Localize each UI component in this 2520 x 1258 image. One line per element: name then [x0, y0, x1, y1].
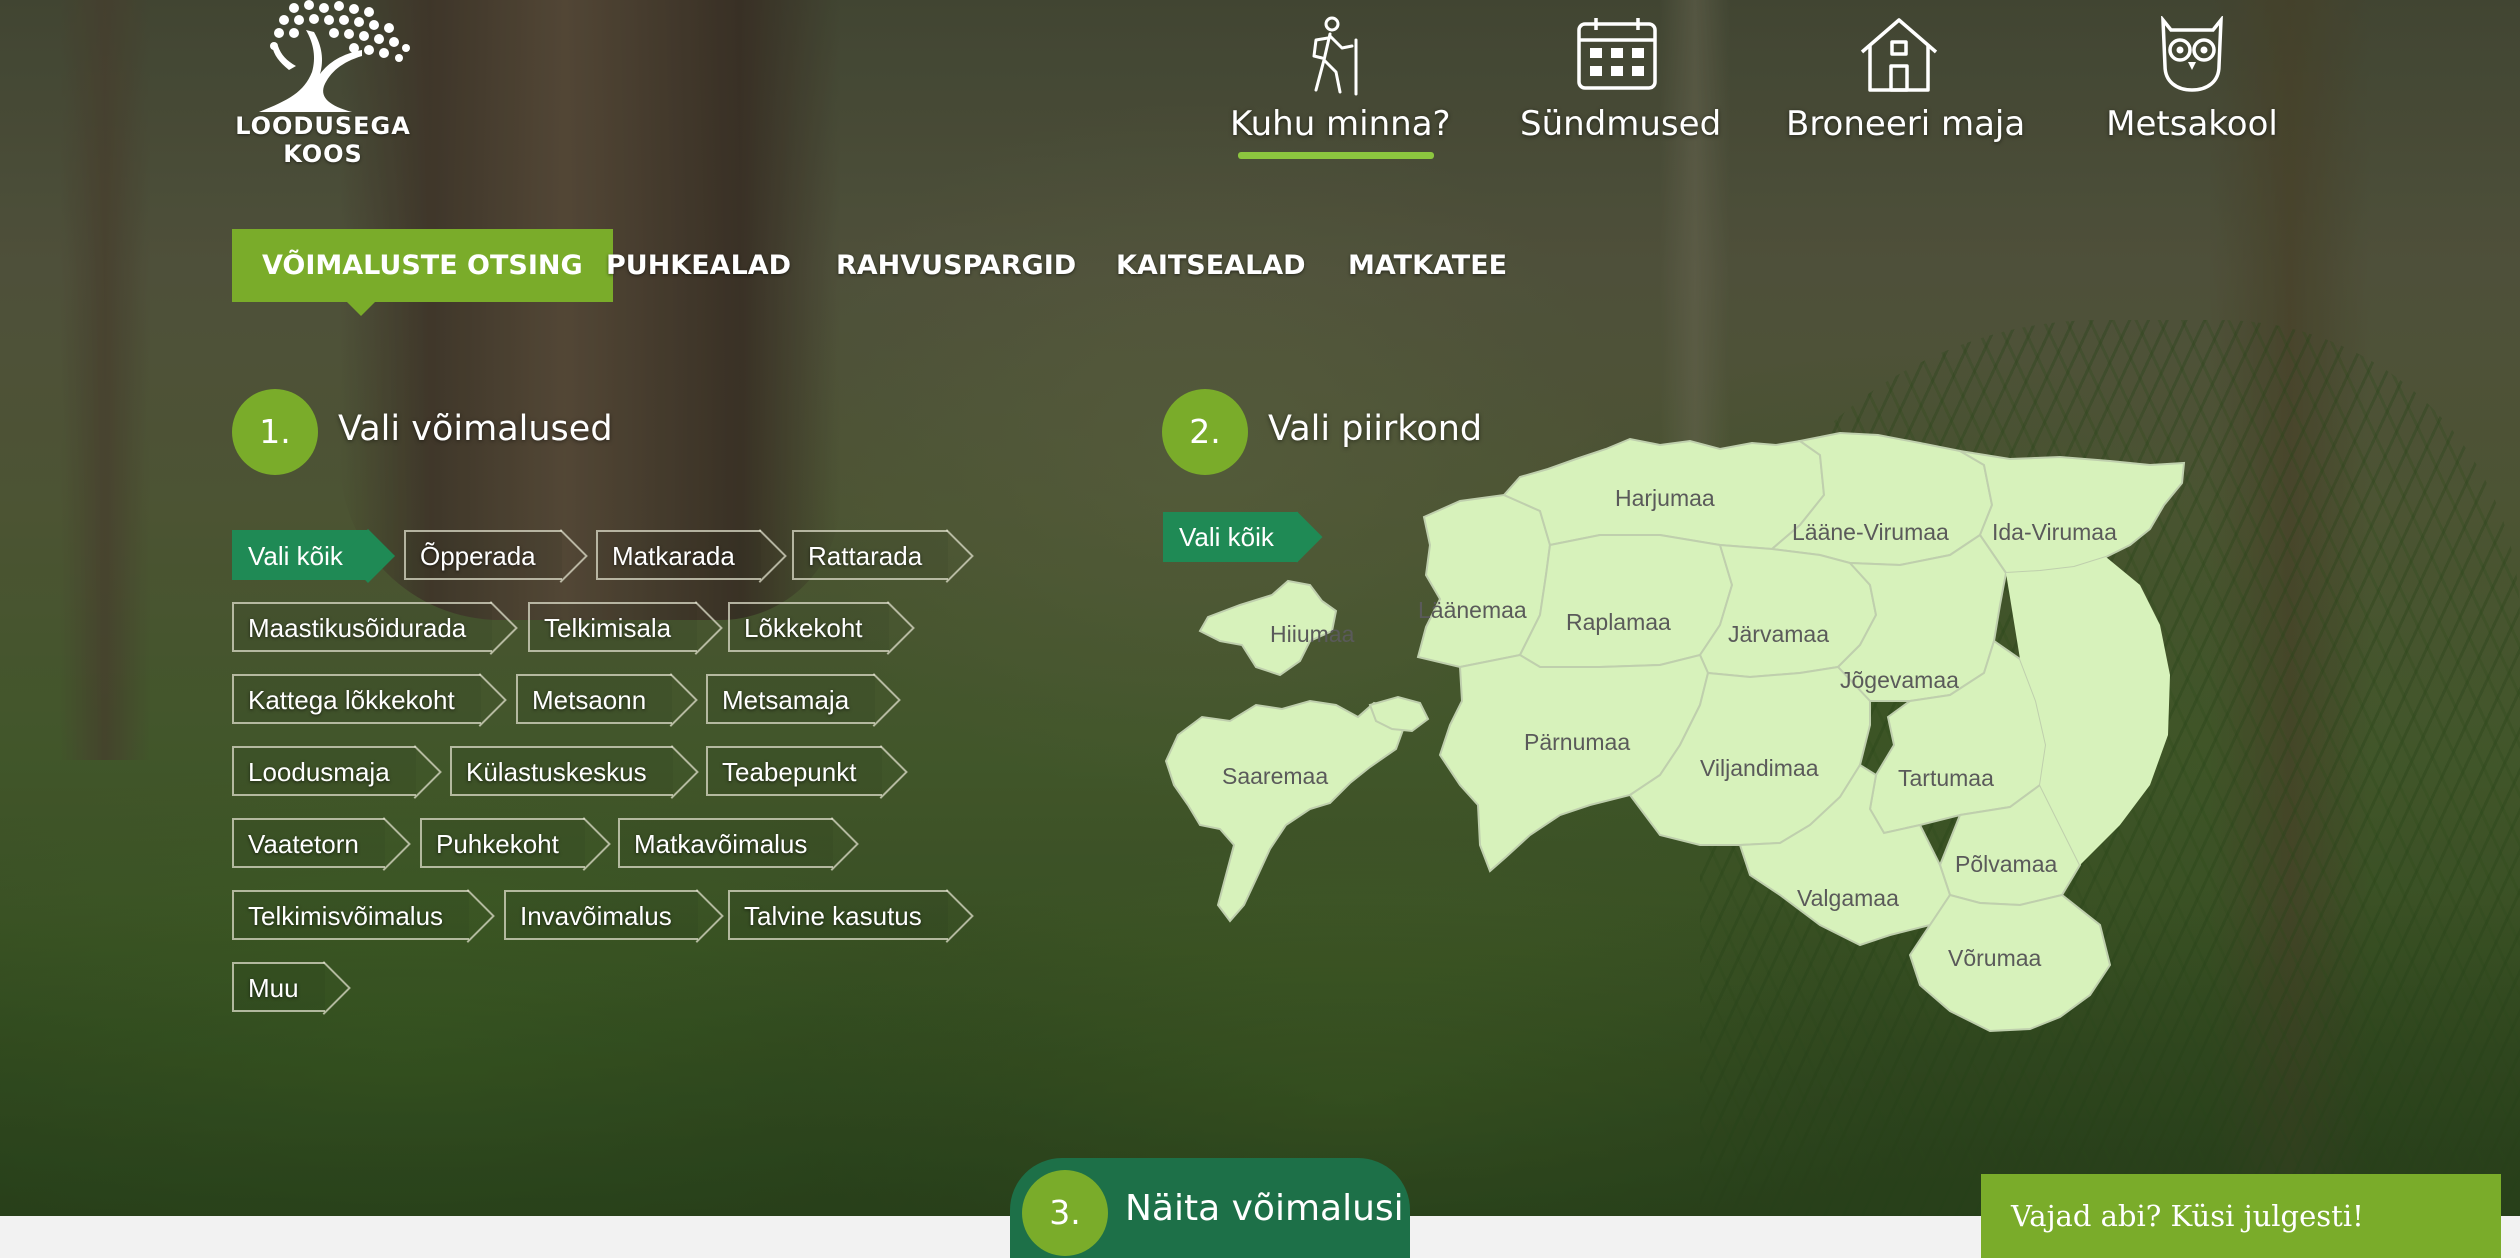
region-label-harjumaa[interactable]: Harjumaa: [1615, 485, 1715, 512]
tag-matkavoimalus[interactable]: Matkavõimalus: [618, 818, 834, 868]
tag-maastikusoidurada[interactable]: Maastikusõidurada: [232, 602, 493, 652]
region-label-tartumaa[interactable]: Tartumaa: [1898, 765, 1994, 792]
tag-invavoimalus[interactable]: Invavõimalus: [504, 890, 698, 940]
map-select-all-tag[interactable]: Vali kõik: [1163, 512, 1298, 562]
step-number-badge: 3.: [1022, 1170, 1108, 1256]
region-label-parnumaa[interactable]: Pärnumaa: [1524, 729, 1630, 756]
tag-kattega-lokkekoht[interactable]: Kattega lõkkekoht: [232, 674, 481, 724]
step-number-badge: 1.: [232, 389, 318, 475]
tag-talvine-kasutus[interactable]: Talvine kasutus: [728, 890, 948, 940]
tag-row: Maastikusõidurada Telkimisala Lõkkekoht: [232, 602, 992, 674]
tag-muu[interactable]: Muu: [232, 962, 325, 1012]
tag-telkimisvoimalus[interactable]: Telkimisvõimalus: [232, 890, 470, 940]
nav-label: Metsakool: [2106, 104, 2278, 144]
hiker-icon: [1312, 16, 1358, 96]
region-label-raplamaa[interactable]: Raplamaa: [1566, 609, 1671, 636]
tag-metsaonn[interactable]: Metsaonn: [516, 674, 673, 724]
region-label-polvamaa[interactable]: Põlvamaa: [1955, 851, 2057, 878]
tab-kaitsealad[interactable]: KAITSEALAD: [1116, 229, 1306, 302]
tag-puhkekoht[interactable]: Puhkekoht: [420, 818, 585, 868]
tag-matkarada[interactable]: Matkarada: [596, 530, 761, 580]
site-logo[interactable]: LOODUSEGA KOOS: [228, 0, 418, 170]
map-region-saaremaa[interactable]: [1164, 699, 1406, 923]
show-results-button[interactable]: 3. Näita võimalusi: [1010, 1158, 1410, 1258]
nav-label: Sündmused: [1520, 104, 1722, 144]
tree-logo-icon: [259, 0, 410, 112]
region-label-saaremaa[interactable]: Saaremaa: [1222, 763, 1328, 790]
tag-opperada[interactable]: Õpperada: [404, 530, 562, 580]
step-title: Vali võimalused: [338, 409, 613, 449]
nav-item-metsakool[interactable]: Metsakool: [2088, 16, 2296, 166]
estonia-county-map: Harjumaa Lääne-Virumaa Ida-Virumaa Lääne…: [1160, 405, 2200, 1035]
nav-item-sundmused[interactable]: Sündmused: [1520, 16, 1722, 166]
region-label-valgamaa[interactable]: Valgamaa: [1797, 885, 1899, 912]
region-label-ida-virumaa[interactable]: Ida-Virumaa: [1992, 519, 2117, 546]
opportunity-tags: Vali kõik Õpperada Matkarada Rattarada M…: [232, 530, 992, 1034]
tab-rahvuspargid[interactable]: RAHVUSPARGID: [836, 229, 1076, 302]
nav-item-broneeri-maja[interactable]: Broneeri maja: [1786, 16, 2026, 166]
tag-row: Loodusmaja Külastuskeskus Teabepunkt: [232, 746, 992, 818]
tag-row: Vali kõik Õpperada Matkarada Rattarada: [232, 530, 992, 602]
region-label-laane-virumaa[interactable]: Lääne-Virumaa: [1792, 519, 1949, 546]
tag-vaatetorn[interactable]: Vaatetorn: [232, 818, 385, 868]
tag-vali-koik[interactable]: Vali kõik: [232, 530, 369, 580]
tag-row: Muu: [232, 962, 992, 1034]
map-region-raplamaa[interactable]: [1518, 534, 1734, 668]
tag-row: Kattega lõkkekoht Metsaonn Metsamaja: [232, 674, 992, 746]
show-results-label: Näita võimalusi: [1125, 1188, 1404, 1229]
tag-kulastuskeskus[interactable]: Külastuskeskus: [450, 746, 673, 796]
house-icon: [1860, 18, 1938, 92]
tag-telkimisala[interactable]: Telkimisala: [528, 602, 698, 652]
logo-text-line1: LOODUSEGA: [235, 112, 411, 140]
region-label-jogevamaa[interactable]: Jõgevamaa: [1840, 667, 1959, 694]
tag-teabepunkt[interactable]: Teabepunkt: [706, 746, 883, 796]
tag-rattarada[interactable]: Rattarada: [792, 530, 949, 580]
region-label-jarvamaa[interactable]: Järvamaa: [1728, 621, 1829, 648]
owl-icon: [2161, 16, 2223, 92]
nav-label: Broneeri maja: [1786, 104, 2026, 144]
region-label-vorumaa[interactable]: Võrumaa: [1948, 945, 2041, 972]
tag-loodusmaja[interactable]: Loodusmaja: [232, 746, 416, 796]
step1-heading: 1. Vali võimalused: [232, 389, 632, 475]
tab-puhkealad[interactable]: PUHKEALAD: [606, 229, 791, 302]
nav-active-indicator: [1238, 152, 1434, 159]
tag-row: Telkimisvõimalus Invavõimalus Talvine ka…: [232, 890, 992, 962]
nav-label: Kuhu minna?: [1230, 104, 1451, 144]
tag-row: Vaatetorn Puhkekoht Matkavõimalus: [232, 818, 992, 890]
region-label-laanemaa[interactable]: Läänemaa: [1418, 597, 1527, 624]
help-chat-button[interactable]: Vajad abi? Küsi julgesti!: [1981, 1174, 2501, 1258]
calendar-icon: [1577, 18, 1657, 90]
logo-text-line2: KOOS: [283, 140, 363, 168]
tag-lokkekoht[interactable]: Lõkkekoht: [728, 602, 889, 652]
region-label-hiiumaa[interactable]: Hiiumaa: [1270, 621, 1354, 648]
tab-voimaluste-otsing[interactable]: VÕIMALUSTE OTSING: [232, 229, 613, 316]
nav-item-kuhu-minna[interactable]: Kuhu minna?: [1230, 16, 1451, 166]
tag-metsamaja[interactable]: Metsamaja: [706, 674, 876, 724]
tab-matkatee[interactable]: MATKATEE: [1348, 229, 1507, 302]
region-label-viljandimaa[interactable]: Viljandimaa: [1700, 755, 1818, 782]
